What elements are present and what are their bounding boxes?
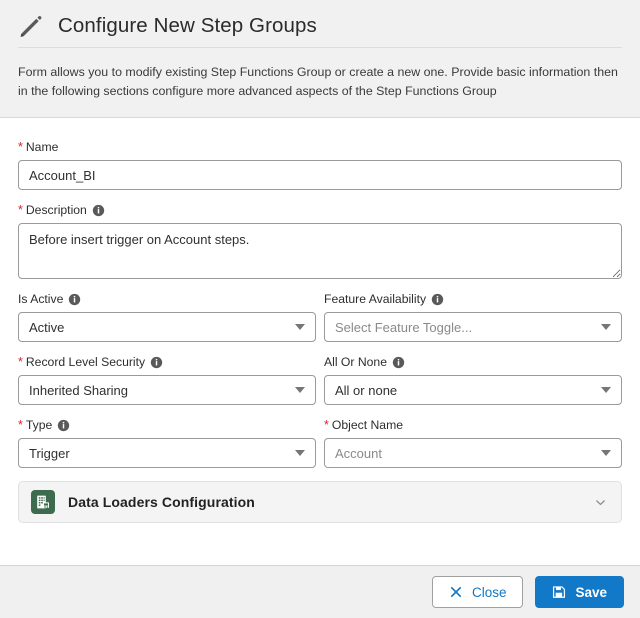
name-input[interactable] [18, 160, 622, 190]
chevron-down-icon [295, 387, 305, 393]
description-label: * Description [18, 203, 622, 218]
info-icon[interactable] [150, 356, 163, 369]
required-marker: * [18, 356, 23, 369]
field-feature-availability: Feature Availability Select Feature Togg… [324, 292, 622, 342]
name-label: * Name [18, 140, 622, 155]
chevron-down-icon [295, 324, 305, 330]
type-label: * Type [18, 418, 316, 433]
field-description: * Description Before insert trigger on A… [18, 203, 622, 279]
page-title: Configure New Step Groups [58, 14, 317, 38]
info-icon[interactable] [68, 293, 81, 306]
chevron-down-icon [601, 387, 611, 393]
type-value: Trigger [29, 446, 289, 461]
type-select[interactable]: Trigger [18, 438, 316, 468]
save-floppy-icon [552, 585, 566, 599]
is-active-label: Is Active [18, 292, 316, 307]
object-name-select[interactable]: Account [324, 438, 622, 468]
chevron-down-icon [601, 450, 611, 456]
record-level-security-value: Inherited Sharing [29, 383, 289, 398]
required-marker: * [18, 141, 23, 154]
description-row: * Description Before insert trigger on A… [18, 203, 622, 279]
feature-availability-label-text: Feature Availability [324, 292, 426, 307]
chevron-down-icon [295, 450, 305, 456]
dialog-footer: Close Save [0, 565, 640, 618]
info-icon[interactable] [431, 293, 444, 306]
required-marker: * [18, 204, 23, 217]
accordion-title: Data Loaders Configuration [68, 494, 581, 510]
object-name-value: Account [335, 446, 595, 461]
all-or-none-label: All Or None [324, 355, 622, 370]
field-is-active: Is Active Active [18, 292, 316, 342]
chevron-down-icon[interactable] [594, 496, 607, 509]
info-icon[interactable] [92, 204, 105, 217]
field-object-name: * Object Name Account [324, 418, 622, 468]
header-title-row: Configure New Step Groups [0, 0, 640, 38]
data-loaders-configuration-section[interactable]: Data Loaders Configuration [18, 481, 622, 523]
type-object-row: * Type Trigger * Object Name [18, 418, 622, 468]
save-button-label: Save [575, 585, 607, 600]
save-button[interactable]: Save [535, 576, 624, 608]
type-label-text: Type [26, 418, 52, 433]
active-feature-row: Is Active Active Feature Availability [18, 292, 622, 342]
configure-step-groups-dialog: Configure New Step Groups Form allows yo… [0, 0, 640, 618]
name-label-text: Name [26, 140, 59, 155]
object-name-label-text: Object Name [332, 418, 403, 433]
security-allornone-row: * Record Level Security Inherited Sharin… [18, 355, 622, 405]
all-or-none-label-text: All Or None [324, 355, 387, 370]
all-or-none-select[interactable]: All or none [324, 375, 622, 405]
object-name-label: * Object Name [324, 418, 622, 433]
record-level-security-label-text: Record Level Security [26, 355, 145, 370]
info-icon[interactable] [392, 356, 405, 369]
record-level-security-select[interactable]: Inherited Sharing [18, 375, 316, 405]
record-level-security-label: * Record Level Security [18, 355, 316, 370]
is-active-value: Active [29, 320, 289, 335]
close-button[interactable]: Close [432, 576, 524, 608]
field-all-or-none: All Or None All or none [324, 355, 622, 405]
required-marker: * [18, 419, 23, 432]
required-marker: * [324, 419, 329, 432]
field-record-level-security: * Record Level Security Inherited Sharin… [18, 355, 316, 405]
name-row: * Name [18, 140, 622, 190]
info-icon[interactable] [57, 419, 70, 432]
dialog-header: Configure New Step Groups Form allows yo… [0, 0, 640, 118]
is-active-select[interactable]: Active [18, 312, 316, 342]
is-active-label-text: Is Active [18, 292, 63, 307]
chevron-down-icon [601, 324, 611, 330]
data-loader-icon [31, 490, 55, 514]
feature-availability-select[interactable]: Select Feature Toggle... [324, 312, 622, 342]
close-x-icon [449, 585, 463, 599]
description-textarea[interactable]: Before insert trigger on Account steps. [18, 223, 622, 279]
header-description: Form allows you to modify existing Step … [0, 48, 640, 117]
pencil-icon [18, 13, 44, 39]
close-button-label: Close [472, 585, 507, 600]
description-label-text: Description [26, 203, 87, 218]
form-body: * Name * Description Before insert [0, 118, 640, 565]
field-name: * Name [18, 140, 622, 190]
feature-availability-label: Feature Availability [324, 292, 622, 307]
all-or-none-value: All or none [335, 383, 595, 398]
feature-availability-value: Select Feature Toggle... [335, 320, 595, 335]
field-type: * Type Trigger [18, 418, 316, 468]
